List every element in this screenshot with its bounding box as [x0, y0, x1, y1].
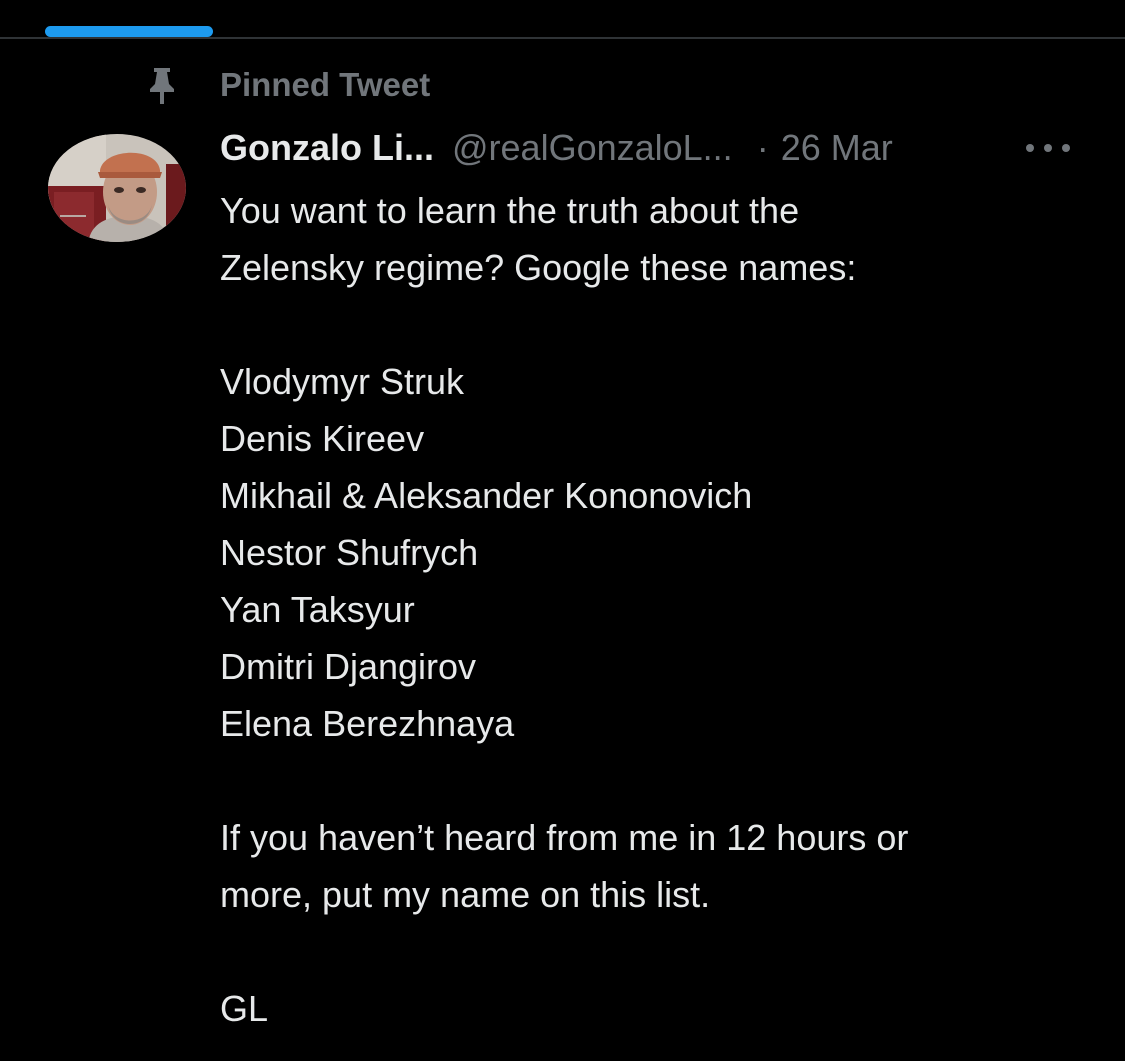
tab-divider — [0, 37, 1125, 39]
more-dot — [1062, 144, 1070, 152]
more-options-icon[interactable] — [1026, 140, 1070, 156]
more-dot — [1026, 144, 1034, 152]
active-tab-indicator — [45, 26, 213, 37]
pinned-row: Pinned Tweet — [144, 62, 430, 110]
more-dot — [1044, 144, 1052, 152]
tweet-signature: GL — [220, 988, 269, 1029]
name-list-item: Vlodymyr Struk — [220, 361, 465, 402]
paragraph-break — [220, 296, 1100, 353]
tweet-header: Gonzalo Li... @realGonzaloL... · 26 Mar — [220, 124, 1110, 172]
author-handle[interactable]: @realGonzaloL... — [452, 127, 733, 169]
paragraph-break — [220, 752, 1100, 809]
avatar[interactable] — [48, 134, 186, 242]
name-list-item: Elena Berezhnaya — [220, 703, 515, 744]
name-list-item: Yan Taksyur — [220, 589, 415, 630]
name-list-item: Nestor Shufrych — [220, 532, 479, 573]
pinned-label: Pinned Tweet — [220, 66, 431, 103]
name-list-item: Denis Kireev — [220, 418, 425, 459]
tweet-line: more, put my name on this list. — [220, 874, 711, 915]
tweet-line: You want to learn the truth about the — [220, 190, 800, 231]
tweet-date[interactable]: 26 Mar — [781, 127, 893, 169]
tweet-text: You want to learn the truth about the Ze… — [220, 182, 1100, 1037]
tweet-line: Zelensky regime? Google these names: — [220, 247, 857, 288]
paragraph-break — [220, 923, 1100, 980]
separator-dot: · — [756, 127, 769, 168]
tweet-line: If you haven’t heard from me in 12 hours… — [220, 817, 909, 858]
pin-icon — [144, 62, 180, 110]
name-list-item: Dmitri Djangirov — [220, 646, 477, 687]
name-list-item: Mikhail & Aleksander Kononovich — [220, 475, 753, 516]
author-display-name[interactable]: Gonzalo Li... — [220, 127, 434, 169]
